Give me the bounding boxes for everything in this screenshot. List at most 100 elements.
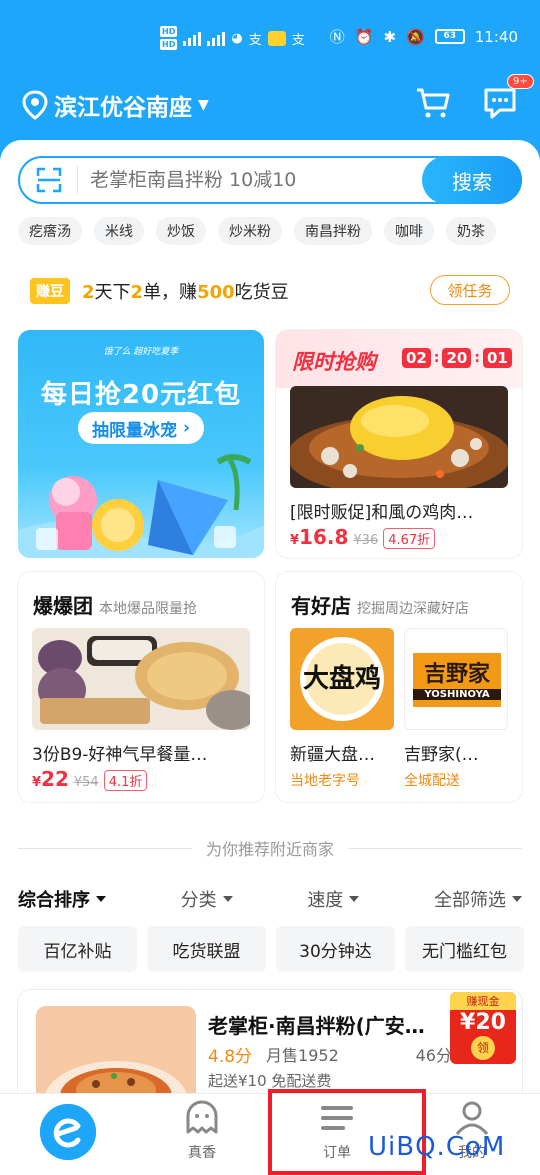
main-content: 搜索 疙瘩汤 米线 炒饭 炒米粉 南昌拌粉 咖啡 奶茶 赚豆 2天下2单，赚50… [0, 140, 540, 1102]
flash-sale-price-row: ¥16.8 ¥36 4.67折 [290, 525, 436, 549]
watermark: UiBQ.CoM [368, 1132, 506, 1162]
yoshinoya-logo-text: 吉野家 [423, 661, 490, 687]
message-badge: 9+ [507, 74, 534, 89]
scan-button[interactable] [20, 166, 78, 194]
chevron-right-icon: › [177, 418, 190, 438]
shop-tag: 全城配送 [404, 773, 460, 789]
flash-sale-title: 限时抢购 [292, 350, 376, 374]
dapanji-logo-text: 大盘鸡 [302, 664, 381, 694]
price: ¥16.8 [290, 525, 349, 549]
hd-icon: HD HD [160, 26, 178, 50]
scan-icon [36, 167, 61, 193]
chip-item[interactable]: 疙瘩汤 [18, 217, 82, 245]
yoshinoya-logo-sub: YOSHINOYA [413, 689, 501, 700]
search-bar[interactable]: 搜索 [18, 156, 522, 204]
bluetooth-icon: ✱ [383, 27, 397, 46]
group-buy-item-name: 3份B9-好神气早餐量… [32, 745, 208, 765]
good-shops-card[interactable]: 有好店 挖掘周边深藏好店 大盘鸡 吉野家 YOSHINOYA 新疆大盘… 当地老… [276, 572, 522, 802]
shop-score: 4.8分 [208, 1047, 253, 1067]
shop-meta: 4.8分 月售1952 46分钟 [208, 1042, 468, 1067]
alarm-icon: ⏰ [354, 27, 374, 46]
sort-bar: 综合排序 分类 速度 全部筛选 [18, 884, 522, 914]
filter-subsidy[interactable]: 百亿补贴 [18, 926, 137, 972]
cash-amount: ¥20 [460, 1010, 506, 1035]
signal-icon-2 [207, 30, 226, 46]
signal-icon [183, 30, 202, 46]
ghost-icon [186, 1100, 218, 1134]
shop-name: 新疆大盘… [290, 745, 375, 765]
nfc-icon: Ⓝ [329, 28, 345, 46]
shop-logo-dapanji[interactable]: 大盘鸡 [290, 628, 394, 730]
shop-sales: 月售1952 [266, 1046, 339, 1065]
alipay-icon-2: 支 [291, 32, 305, 48]
search-button[interactable]: 搜索 [422, 156, 522, 204]
sort-default[interactable]: 综合排序 [18, 886, 106, 912]
filter-30min[interactable]: 30分钟达 [276, 926, 395, 972]
discount-badge: 4.67折 [383, 528, 436, 549]
battery-icon: 63 [434, 29, 465, 44]
original-price: ¥36 [353, 533, 379, 548]
filter-foodie-league[interactable]: 吃货联盟 [147, 926, 266, 972]
caret-down-icon [511, 896, 522, 902]
quick-filters: 百亿补贴 吃货联盟 30分钟达 无门槛红包 [18, 926, 524, 972]
beans-task-bar: 赚豆 2天下2单，赚500吃货豆 领任务 [30, 275, 510, 307]
sort-all-filters[interactable]: 全部筛选 [434, 886, 522, 912]
cash-claim-button[interactable]: 领 [471, 1036, 495, 1060]
hot-search-chips: 疙瘩汤 米线 炒饭 炒米粉 南昌拌粉 咖啡 奶茶 [18, 217, 496, 245]
group-buy-title: 爆爆团 [33, 594, 93, 618]
status-right: Ⓝ ⏰ ✱ 🔕 63 11:40 [330, 26, 518, 47]
chip-item[interactable]: 炒米粉 [218, 217, 282, 245]
caret-down-icon [349, 896, 360, 902]
shop-tag: 当地老字号 [290, 773, 360, 789]
location-label: 滨江优谷南座 [54, 95, 192, 121]
caret-down-icon [222, 896, 233, 902]
ice-cream-illustration [18, 454, 264, 558]
shop-photo [36, 1006, 196, 1102]
location-selector[interactable]: 滨江优谷南座 ▼ [22, 88, 209, 122]
good-shops-subtitle: 挖掘周边深藏好店 [357, 601, 469, 617]
group-buy-subtitle: 本地爆品限量抢 [99, 601, 197, 617]
chip-item[interactable]: 炒饭 [156, 217, 206, 245]
sort-category[interactable]: 分类 [181, 886, 233, 912]
notification-icon [267, 30, 286, 46]
promo-title: 每日抢20元红包 [40, 380, 242, 410]
group-buy-card[interactable]: 爆爆团 本地爆品限量抢 3份B9-好神气早餐量… ¥22 ¥54 4.1折 [18, 572, 264, 802]
home-tab[interactable] [40, 1104, 96, 1160]
countdown-timer: 02:20:01 [402, 348, 512, 368]
cash-label: 赚现金 [450, 992, 516, 1010]
promo-banner[interactable]: 饿了么 超好吃夏季 每日抢20元红包 抽限量冰宠 › [18, 330, 264, 558]
chip-item[interactable]: 南昌拌粉 [294, 217, 372, 245]
chip-item[interactable]: 米线 [94, 217, 144, 245]
chevron-down-icon: ▼ [198, 97, 209, 113]
wechat-icon: ◕ [231, 30, 243, 46]
chip-item[interactable]: 奶茶 [446, 217, 496, 245]
get-task-button[interactable]: 领任务 [430, 275, 510, 305]
alipay-icon: 支 [248, 32, 262, 48]
sort-speed[interactable]: 速度 [307, 886, 360, 912]
tab-zhenxiang[interactable]: 真香 [162, 1100, 242, 1162]
shop-logo-yoshinoya[interactable]: 吉野家 YOSHINOYA [404, 628, 508, 730]
chip-item[interactable]: 咖啡 [384, 217, 434, 245]
delivery-info: 起送¥10 免配送费 [208, 1072, 332, 1090]
good-shops-title: 有好店 [291, 594, 351, 618]
promo-brand: 饿了么 超好吃夏季 [103, 347, 179, 357]
shop-listing[interactable]: 老掌柜·南昌拌粉(广安… 4.8分 月售1952 46分钟 起送¥10 免配送费… [18, 990, 522, 1102]
user-icon [455, 1101, 489, 1135]
shop-title: 老掌柜·南昌拌粉(广安… [208, 1014, 425, 1038]
clock: 11:40 [474, 27, 518, 46]
breakfast-photo [32, 628, 250, 730]
shop-name: 吉野家(… [404, 745, 479, 765]
flash-sale-card[interactable]: 限时抢购 02:20:01 [限时贩促]和風の鸡肉… ¥16.8 ¥36 4.6… [276, 330, 522, 558]
cart-icon[interactable] [413, 82, 453, 122]
eleme-logo-icon [40, 1104, 96, 1160]
filter-red-packet[interactable]: 无门槛红包 [405, 926, 524, 972]
location-pin-icon [22, 90, 48, 120]
mute-icon: 🔕 [406, 27, 425, 46]
status-bar: HD HD ◕ 支 支 Ⓝ ⏰ ✱ 🔕 63 11:40 [0, 0, 540, 80]
flash-sale-item-name: [限时贩促]和風の鸡肉… [290, 503, 474, 523]
beans-text: 2天下2单，赚500吃货豆 [82, 282, 289, 303]
group-buy-price-row: ¥22 ¥54 4.1折 [32, 767, 148, 791]
cash-reward-badge[interactable]: 赚现金 ¥20 领 [450, 992, 516, 1064]
original-price: ¥54 [73, 775, 99, 790]
beans-tag: 赚豆 [30, 278, 70, 304]
